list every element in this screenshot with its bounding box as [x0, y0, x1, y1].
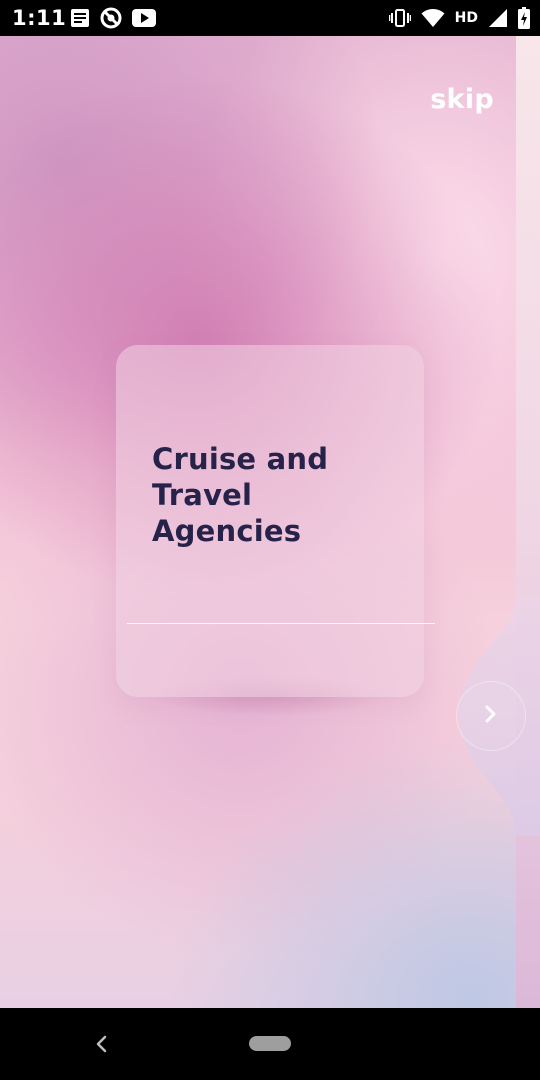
news-icon: [70, 8, 90, 28]
signal-icon: [488, 8, 508, 28]
battery-icon: [518, 7, 530, 29]
page-curl-wave: [460, 596, 540, 836]
wifi-icon: [421, 8, 445, 28]
chevron-right-icon: [483, 704, 499, 729]
back-icon[interactable]: [94, 1032, 110, 1061]
home-pill-icon[interactable]: [249, 1036, 291, 1051]
network-label: HD: [454, 10, 478, 26]
next-button[interactable]: [456, 681, 526, 751]
skip-button[interactable]: skip: [430, 84, 494, 115]
onboarding-screen: skip Cruise and Travel Agencies: [0, 36, 540, 1008]
status-bar: 1:11 HD: [0, 0, 540, 36]
onboarding-card: Cruise and Travel Agencies: [116, 345, 435, 697]
status-time: 1:11: [12, 6, 67, 30]
status-left-icons: [70, 7, 156, 29]
vpn-icon: [100, 7, 122, 29]
youtube-icon: [132, 9, 156, 27]
status-right-icons: HD: [388, 7, 530, 29]
vibrate-icon: [388, 8, 411, 28]
navigation-bar: [0, 1008, 540, 1080]
card-title: Cruise and Travel Agencies: [152, 442, 329, 548]
card-divider: [127, 623, 435, 624]
